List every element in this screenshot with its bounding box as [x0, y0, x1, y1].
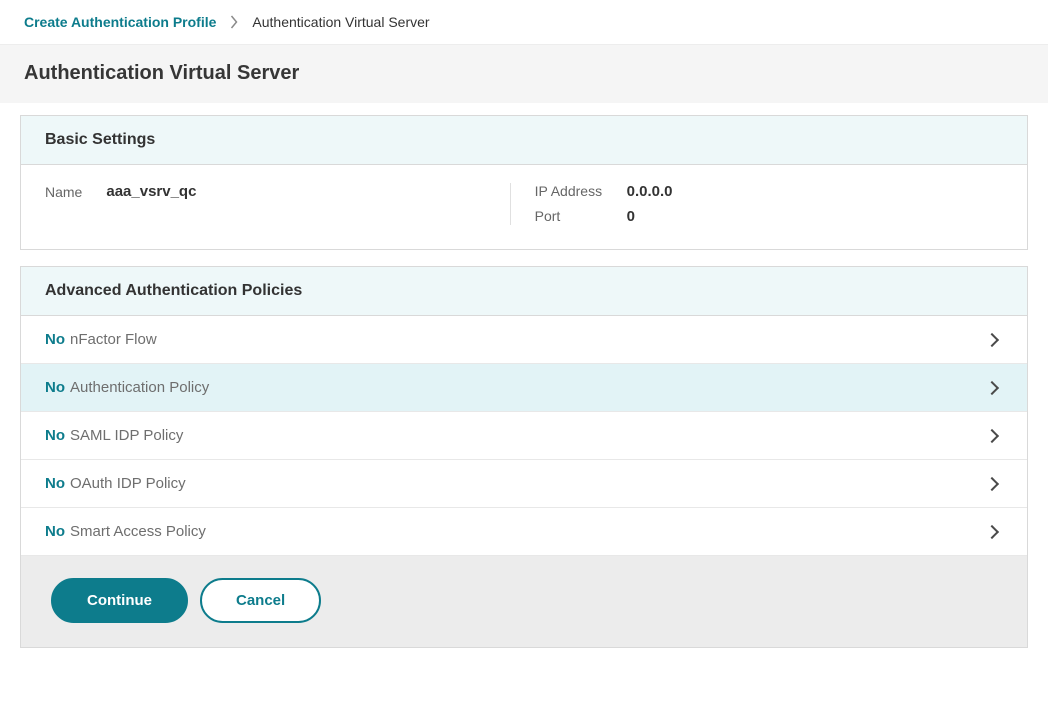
port-value: 0 — [627, 208, 1003, 225]
basic-settings-header: Basic Settings — [21, 116, 1027, 165]
ip-address-value: 0.0.0.0 — [627, 183, 1003, 200]
policy-count: No — [45, 523, 65, 540]
address-field-group: IP Address 0.0.0.0 Port 0 — [510, 183, 1003, 225]
policy-count: No — [45, 379, 65, 396]
policy-name: nFactor Flow — [70, 331, 157, 348]
continue-button[interactable]: Continue — [51, 578, 188, 623]
name-field-group: Name aaa_vsrv_qc — [45, 183, 510, 225]
chevron-right-icon — [985, 380, 999, 394]
chevron-right-icon — [985, 428, 999, 442]
port-label: Port — [535, 208, 627, 225]
chevron-separator-icon — [230, 15, 238, 29]
cancel-button[interactable]: Cancel — [200, 578, 321, 623]
ip-address-label: IP Address — [535, 183, 627, 200]
policy-name: OAuth IDP Policy — [70, 475, 186, 492]
policy-count: No — [45, 331, 65, 348]
policy-row-label: No SAML IDP Policy — [45, 427, 183, 444]
policy-row-saml-idp-policy[interactable]: No SAML IDP Policy — [21, 412, 1027, 460]
policy-row-label: No OAuth IDP Policy — [45, 475, 186, 492]
policy-row-authentication-policy[interactable]: No Authentication Policy — [21, 364, 1027, 412]
basic-settings-card: Basic Settings Name aaa_vsrv_qc IP Addre… — [20, 115, 1028, 250]
policy-name: Smart Access Policy — [70, 523, 206, 540]
policy-count: No — [45, 427, 65, 444]
name-label: Name — [45, 183, 82, 200]
breadcrumb: Create Authentication Profile Authentica… — [0, 0, 1048, 45]
name-value: aaa_vsrv_qc — [106, 183, 196, 200]
footer-action-bar: Continue Cancel — [21, 556, 1027, 647]
advanced-policies-card: Advanced Authentication Policies NonFact… — [20, 266, 1028, 648]
chevron-right-icon — [985, 524, 999, 538]
policy-row-label: No nFactor Flow — [45, 331, 157, 348]
policy-row-nfactor-flow[interactable]: No nFactor Flow — [21, 316, 1027, 364]
policy-row-smart-access-policy[interactable]: No Smart Access Policy — [21, 508, 1027, 556]
page-title: Authentication Virtual Server — [24, 62, 1024, 85]
main-content: Basic Settings Name aaa_vsrv_qc IP Addre… — [0, 103, 1048, 648]
policy-name: SAML IDP Policy — [70, 427, 183, 444]
page-title-bar: Authentication Virtual Server — [0, 45, 1048, 103]
policy-count: No — [45, 475, 65, 492]
chevron-right-icon — [985, 476, 999, 490]
policy-row-oauth-idp-policy[interactable]: No OAuth IDP Policy — [21, 460, 1027, 508]
policy-name: Authentication Policy — [70, 379, 209, 396]
breadcrumb-link-create-authentication-profile[interactable]: Create Authentication Profile — [24, 14, 216, 30]
policy-row-label: No Smart Access Policy — [45, 523, 206, 540]
basic-settings-content: Name aaa_vsrv_qc IP Address 0.0.0.0 Port… — [21, 165, 1027, 249]
chevron-right-icon — [985, 332, 999, 346]
policy-row-label: No Authentication Policy — [45, 379, 209, 396]
advanced-policies-header: Advanced Authentication Policies — [21, 267, 1027, 316]
breadcrumb-current-page: Authentication Virtual Server — [252, 14, 429, 30]
